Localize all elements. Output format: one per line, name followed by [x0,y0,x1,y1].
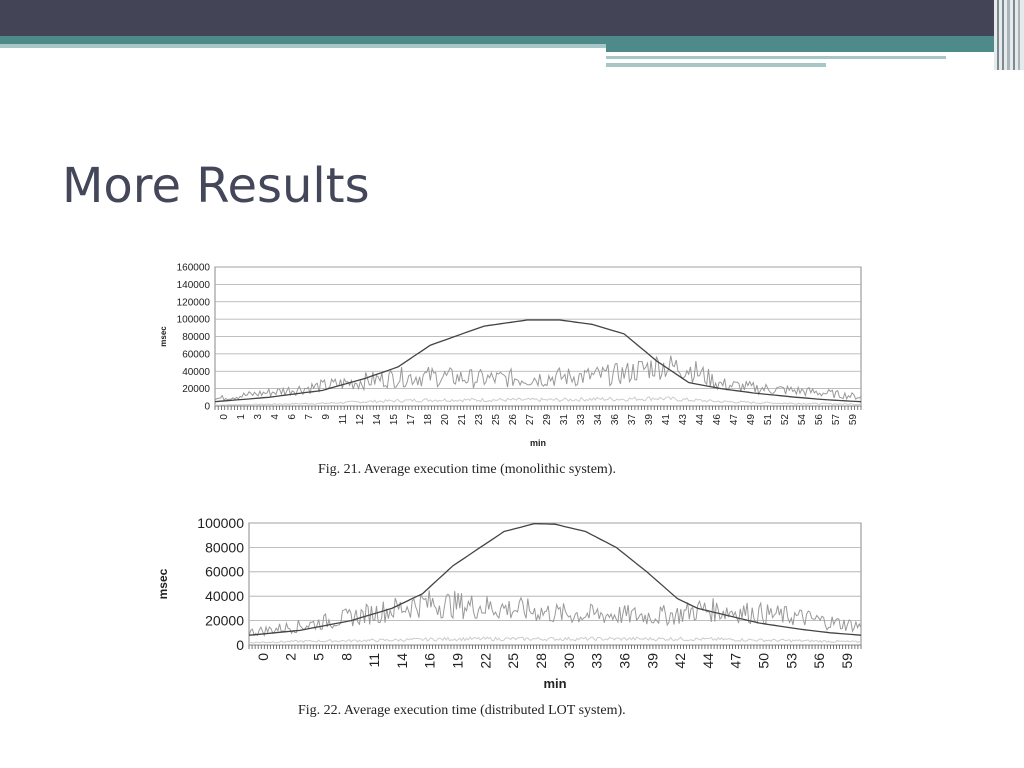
fig21-xtick-label: 7 [304,414,315,420]
fig22-series-2-line [248,590,862,637]
header-subline-1 [606,56,946,59]
fig21-xtick-label: 1 [236,414,247,420]
fig21-xtick-label: 52 [780,414,791,426]
fig21-xtick-label: 14 [372,414,383,426]
fig21-xtick-label: 33 [576,414,587,426]
fig21-yaxis-label: msec [159,326,168,347]
fig21-xtick-label: 49 [746,414,757,426]
fig22-xtick-label: 11 [366,653,382,668]
fig21-ytick-label: 100000 [177,315,211,326]
fig22-ytick-label: 100000 [197,515,244,531]
fig22-ytick-label: 20000 [205,613,244,629]
fig21-xtick-label: 17 [406,414,417,426]
fig21-xtick-label: 11 [338,414,349,425]
fig21-ytick-label: 20000 [182,384,210,395]
fig22-plot-area [248,522,862,646]
fig22-xtick-label: 36 [616,653,632,669]
fig21-xtick-label: 34 [593,414,604,426]
fig21-xtick-label: 9 [321,414,332,420]
fig21-xtick-label: 39 [644,414,655,426]
fig21-xtick-label: 3 [253,414,264,420]
fig21-xtick-label: 12 [355,414,366,426]
fig21-ytick-label: 160000 [177,263,211,274]
fig21-ytick-label: 0 [204,402,210,413]
fig22-ytick-label: 40000 [205,588,244,604]
fig21-xtick-label: 56 [814,414,825,426]
fig21-series-3-line [215,396,862,406]
fig21-xtick-label: 4 [270,414,281,420]
fig21-xtick-label: 23 [474,414,485,426]
fig22-xtick-label: 25 [505,653,521,669]
figure-22-caption: Fig. 22. Average execution time (distrib… [298,703,626,718]
fig22-yaxis-label: msec [156,568,170,599]
fig22-xtick-label: 42 [672,653,688,669]
figure-21-chart: 0 20000 40000 60000 80000 100000 120000 140000 1… [159,263,862,448]
header-stripe-right [606,44,1000,52]
corner-ornament [994,0,1024,70]
fig22-xtick-label: 22 [477,653,493,669]
fig21-xtick-label: 51 [763,414,774,426]
fig21-xtick-label: 21 [457,414,468,426]
figure-21-caption: Fig. 21. Average execution time (monolit… [318,462,616,477]
fig21-xtick-label: 18 [423,414,434,426]
fig22-xtick-label: 16 [422,653,438,669]
fig22-xtick-label: 56 [811,653,827,669]
header-stripe-light [0,44,606,48]
fig22-series-1-line [248,522,862,636]
fig21-ytick-label: 60000 [182,349,210,360]
fig22-xtick-label: 8 [338,653,354,661]
fig22-xtick-label: 50 [756,653,772,669]
fig22-xtick-label: 39 [644,653,660,669]
fig22-ytick-label: 60000 [205,564,244,580]
fig21-xtick-label: 15 [389,414,400,426]
fig21-series-2-line [214,355,862,401]
fig21-xtick-label: 25 [491,414,502,426]
fig21-xtick-label: 0 [219,414,230,420]
fig21-xtick-label: 41 [661,414,672,426]
fig21-xtick-label: 44 [695,414,706,426]
fig21-xtick-label: 36 [610,414,621,426]
fig21-ytick-label: 120000 [177,297,211,308]
fig22-xtick-label: 30 [561,653,577,669]
fig21-xtick-label: 31 [559,414,570,426]
fig21-xtick-label: 27 [525,414,536,426]
slide-title: More Results [62,158,370,214]
fig21-xtick-label: 37 [627,414,638,426]
fig22-xtick-label: 19 [450,653,466,669]
fig21-xtick-label: 20 [440,414,451,426]
fig22-xtick-label: 33 [589,653,605,669]
fig22-xtick-label: 14 [394,653,410,669]
fig21-series-1-line [214,319,862,403]
fig22-xtick-label: 44 [700,653,716,669]
header-subline-2 [606,63,826,67]
fig21-ytick-label: 80000 [182,332,210,343]
fig22-ytick-label: 80000 [205,539,244,555]
fig22-series-3-line [249,636,862,644]
fig22-xtick-label: 47 [728,653,744,669]
fig21-xtick-label: 6 [287,414,298,420]
fig21-xtick-label: 54 [797,414,808,426]
fig21-xtick-label: 26 [508,414,519,426]
fig21-plot-area [214,266,862,407]
fig21-xtick-label: 59 [848,414,859,426]
fig22-xtick-label: 2 [283,653,299,661]
fig21-ytick-label: 40000 [182,367,210,378]
fig21-xtick-label: 43 [678,414,689,426]
fig22-xtick-label: 0 [255,653,271,661]
figure-22-chart: 0200004000060000800001000000 2 5 8 11 14 16 19 2… [156,515,862,691]
fig22-xtick-label: 5 [310,653,326,661]
fig21-xtick-label: 46 [712,414,723,426]
fig21-xtick-label: 47 [729,414,740,426]
header-stripe [0,36,1000,44]
fig22-xtick-label: 59 [839,653,855,669]
fig22-ytick-label: 0 [236,637,244,653]
fig21-xtick-label: 29 [542,414,553,426]
fig22-xtick-label: 28 [533,653,549,669]
fig21-ytick-label: 140000 [177,280,211,291]
fig21-xaxis-label: min [530,438,546,448]
header-bar [0,0,1024,36]
fig22-xaxis-label: min [543,676,566,691]
fig21-xtick-label: 57 [831,414,842,426]
fig22-xtick-label: 53 [783,653,799,669]
